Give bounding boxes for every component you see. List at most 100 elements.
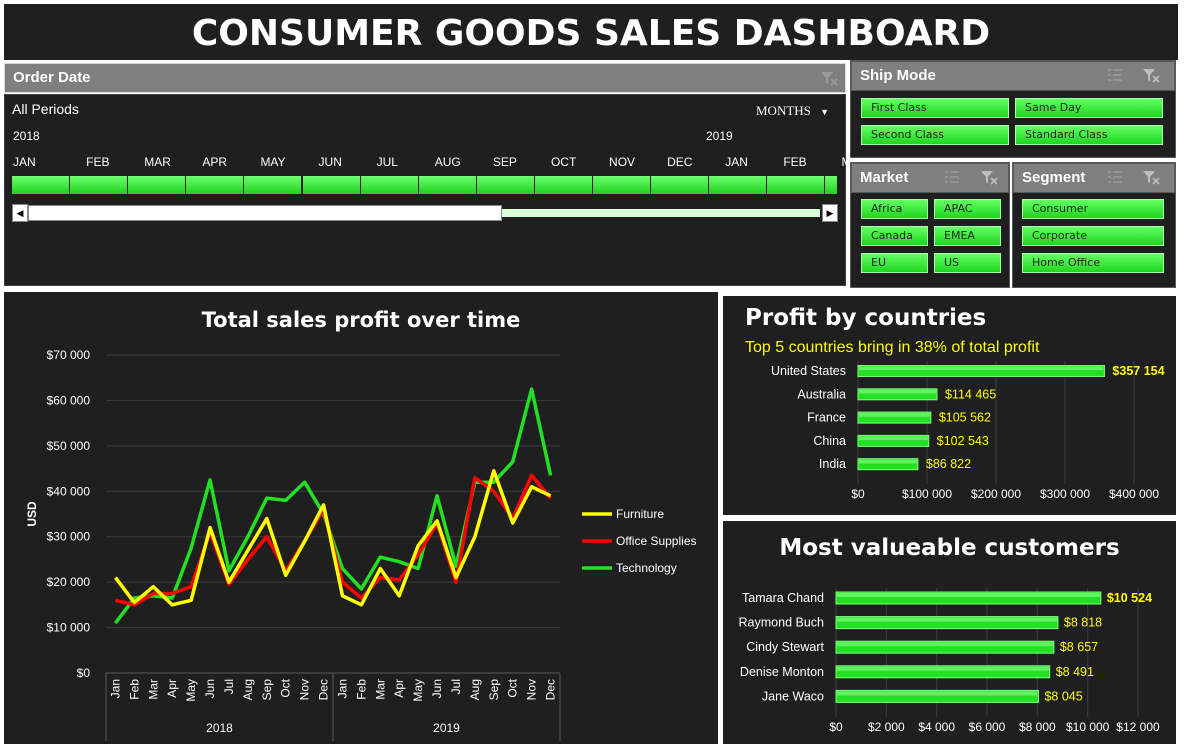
bar-highlight bbox=[837, 691, 1038, 696]
clear-filter-icon[interactable] bbox=[980, 169, 998, 185]
x-tick-label: $400 000 bbox=[1109, 487, 1159, 501]
bar-value-label: $114 465 bbox=[945, 387, 996, 401]
timeline-month-cell[interactable] bbox=[418, 176, 477, 194]
timeline-month-label: SEP bbox=[492, 155, 517, 169]
timeline-month-cell[interactable] bbox=[767, 176, 826, 194]
timeline-month-cell[interactable] bbox=[825, 176, 838, 194]
timeline-month-label: DEC bbox=[667, 155, 693, 169]
scroll-right-button[interactable]: ▶ bbox=[822, 204, 838, 222]
slicer-item-consumer[interactable]: Consumer bbox=[1022, 199, 1164, 219]
timeline-month-cell[interactable] bbox=[128, 176, 187, 194]
bar-highlight bbox=[837, 617, 1057, 622]
y-category-label: Australia bbox=[797, 387, 846, 401]
x-tick-label: Aug bbox=[241, 679, 255, 700]
x-tick-label: Sep bbox=[260, 679, 274, 701]
bar-value-label: $8 491 bbox=[1056, 665, 1094, 679]
timeline-month-label: FEB bbox=[783, 155, 807, 169]
ship-mode-title: Ship Mode bbox=[860, 67, 936, 84]
x-tick-label: Jul bbox=[449, 679, 463, 694]
timeline-header: Order Date bbox=[4, 63, 846, 93]
slicer-item-eu[interactable]: EU bbox=[861, 253, 928, 273]
y-tick-label: $50 000 bbox=[47, 439, 91, 453]
legend-label: Office Supplies bbox=[616, 534, 697, 548]
scrollbar-thumb[interactable] bbox=[28, 205, 502, 221]
multi-select-icon[interactable] bbox=[943, 169, 961, 185]
slicer-item-standard-class[interactable]: Standard Class bbox=[1015, 125, 1163, 145]
y-axis-label: USD bbox=[25, 501, 39, 527]
y-category-label: Jane Waco bbox=[762, 689, 824, 703]
timeline-month-cell[interactable] bbox=[70, 176, 129, 194]
x-tick-label: $300 000 bbox=[1040, 487, 1090, 501]
bar-highlight bbox=[859, 413, 930, 417]
clear-filter-icon[interactable] bbox=[1142, 67, 1160, 83]
multi-select-icon[interactable] bbox=[1106, 169, 1124, 185]
slicer-item-same-day[interactable]: Same Day bbox=[1015, 98, 1163, 118]
bar-highlight bbox=[859, 459, 917, 464]
multi-select-icon[interactable] bbox=[1106, 67, 1124, 83]
slicer-item-apac[interactable]: APAC bbox=[934, 199, 1001, 219]
x-tick-label: Feb bbox=[354, 679, 368, 700]
timeline-month-cell[interactable] bbox=[476, 176, 535, 194]
timeline-month-cell[interactable] bbox=[302, 176, 361, 194]
bar-highlight bbox=[837, 666, 1049, 671]
bar-value-label: $105 562 bbox=[939, 411, 991, 425]
legend-label: Technology bbox=[616, 561, 677, 575]
slicer-item-canada[interactable]: Canada bbox=[861, 226, 928, 246]
y-category-label: Denise Monton bbox=[740, 665, 824, 679]
timeline-month-cell[interactable] bbox=[186, 176, 245, 194]
ship-mode-header: Ship Mode bbox=[851, 61, 1175, 91]
x-tick-label: Apr bbox=[165, 679, 179, 698]
x-tick-label: Nov bbox=[525, 679, 539, 700]
y-category-label: India bbox=[819, 457, 846, 471]
scroll-left-button[interactable]: ◀ bbox=[12, 204, 28, 222]
timeline-year-2019: 2019 bbox=[706, 129, 733, 143]
timeline-month-cell[interactable] bbox=[12, 176, 71, 194]
slicer-item-home-office[interactable]: Home Office bbox=[1022, 253, 1164, 273]
x-tick-label: Oct bbox=[279, 678, 293, 697]
x-tick-label: $10 000 bbox=[1066, 720, 1110, 734]
timeline-month-label: JUL bbox=[376, 155, 398, 169]
bar-value-label: $8 657 bbox=[1060, 640, 1098, 654]
slicer-item-us[interactable]: US bbox=[934, 253, 1001, 273]
y-category-label: Raymond Buch bbox=[739, 616, 825, 630]
x-tick-label: Feb bbox=[127, 679, 141, 700]
timeline-scrollbar[interactable]: ◀ ▶ bbox=[12, 204, 838, 222]
timeline-level-dropdown[interactable]: MONTHS ▼ bbox=[756, 103, 829, 119]
customers-chart: $0 $2 000 $4 000 $6 000 $8 000 $10 000 $12 000… bbox=[739, 588, 1160, 734]
slicer-item-first-class[interactable]: First Class bbox=[861, 98, 1009, 118]
dashboard-title: CONSUMER GOODS SALES DASHBOARD bbox=[4, 4, 1178, 60]
slicer-item-second-class[interactable]: Second Class bbox=[861, 125, 1009, 145]
timeline-level-label: MONTHS bbox=[756, 103, 811, 118]
y-tick-label: $30 000 bbox=[47, 530, 91, 544]
market-title: Market bbox=[860, 169, 909, 186]
clear-filter-icon[interactable] bbox=[1142, 169, 1160, 185]
slicer-item-emea[interactable]: EMEA bbox=[934, 226, 1001, 246]
slicer-item-corporate[interactable]: Corporate bbox=[1022, 226, 1164, 246]
timeline-month-cell[interactable] bbox=[244, 176, 303, 194]
x-tick-label: $6 000 bbox=[969, 720, 1006, 734]
timeline-month-label: JAN bbox=[13, 155, 36, 169]
timeline-month-label: JUN bbox=[318, 155, 342, 169]
x-tick-label: Mar bbox=[146, 679, 160, 700]
timeline-month-cell[interactable] bbox=[534, 176, 593, 194]
x-tick-label: Nov bbox=[298, 679, 312, 700]
x-tick-label: Sep bbox=[487, 679, 501, 701]
timeline-month-cell[interactable] bbox=[593, 176, 652, 194]
x-tick-label: Oct bbox=[506, 678, 520, 697]
timeline-month-cell[interactable] bbox=[651, 176, 710, 194]
x-tick-label: May bbox=[184, 679, 198, 702]
x-tick-label: $200 000 bbox=[971, 487, 1021, 501]
slicer-item-africa[interactable]: Africa bbox=[861, 199, 928, 219]
timeline-month-cell[interactable] bbox=[709, 176, 768, 194]
dashboard-frame: CONSUMER GOODS SALES DASHBOARD Order Dat… bbox=[0, 0, 1189, 750]
x-group-label: 2018 bbox=[206, 721, 233, 735]
x-tick-label: $4 000 bbox=[918, 720, 955, 734]
timeline-month-cell[interactable] bbox=[360, 176, 419, 194]
y-category-label: France bbox=[807, 411, 846, 425]
legend-label: Furniture bbox=[616, 507, 664, 521]
bar-value-label: $8 045 bbox=[1044, 689, 1082, 703]
timeline-month-label: OCT bbox=[550, 155, 577, 169]
clear-filter-icon[interactable] bbox=[820, 70, 838, 86]
x-tick-label: May bbox=[411, 679, 425, 702]
x-tick-label: Mar bbox=[373, 679, 387, 700]
